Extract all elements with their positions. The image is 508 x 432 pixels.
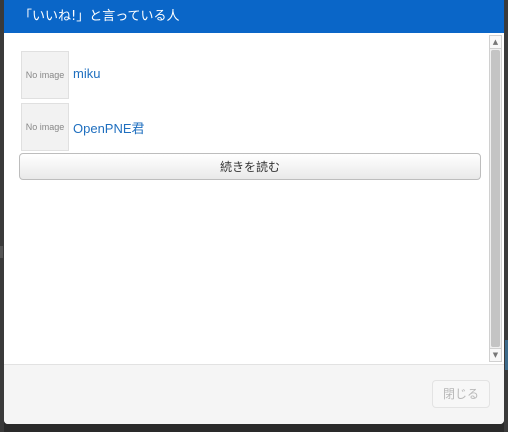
scroll-up-icon[interactable]: ▲ [490, 36, 501, 49]
read-more-button[interactable]: 続きを読む [19, 153, 481, 180]
scroll-down-icon[interactable]: ▼ [490, 348, 501, 361]
dialog-body: No image miku No image OpenPNE君 続きを読む ▲ … [4, 33, 504, 364]
list-item: No image OpenPNE君 [19, 102, 489, 154]
backdrop-mark [0, 246, 3, 258]
member-name-link[interactable]: miku [73, 66, 100, 81]
likers-dialog: 「いいね!」と言っている人 No image miku No image Ope… [4, 0, 504, 424]
dialog-footer: 閉じる [4, 364, 504, 424]
close-button[interactable]: 閉じる [432, 380, 490, 408]
scrollbar[interactable]: ▲ ▼ [489, 35, 502, 362]
list-item: No image miku [19, 50, 489, 102]
scroll-thumb[interactable] [491, 50, 500, 347]
member-name-link[interactable]: OpenPNE君 [73, 118, 145, 137]
member-thumbnail[interactable]: No image [21, 51, 69, 99]
member-thumbnail[interactable]: No image [21, 103, 69, 151]
member-list: No image miku No image OpenPNE君 [19, 50, 489, 154]
dialog-title: 「いいね!」と言っている人 [4, 0, 504, 33]
